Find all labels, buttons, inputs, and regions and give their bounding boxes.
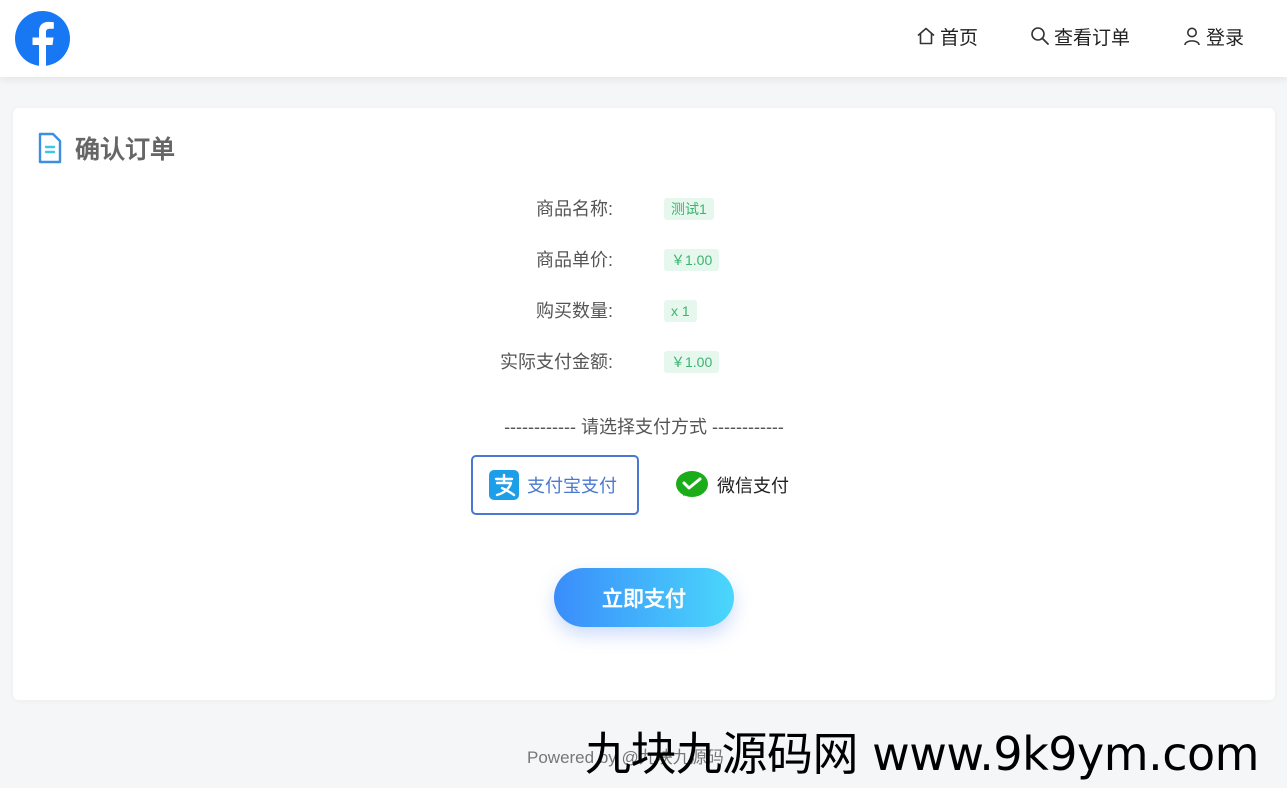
row-label: 商品名称: [535, 199, 613, 219]
row-value-tag: 测试1 [664, 198, 714, 220]
card-header: 确认订单 [37, 130, 175, 166]
row-value-tag: x 1 [664, 300, 697, 322]
watermark-text: 九块九源码网 www.9k9ym.com [585, 727, 1259, 781]
order-row-product-name: 商品名称: 测试1 [13, 197, 1275, 221]
order-row-quantity: 购买数量: x 1 [13, 299, 1275, 323]
nav-view-orders-label: 查看订单 [1053, 27, 1130, 49]
nav-login-label: 登录 [1205, 27, 1244, 49]
nav-login[interactable]: 登录 [1182, 22, 1244, 50]
order-row-unit-price: 商品单价: ￥1.00 [13, 248, 1275, 272]
alipay-option[interactable]: 支付宝支付 [471, 455, 639, 515]
nav-home[interactable]: 首页 [916, 22, 978, 50]
pay-now-button[interactable]: 立即支付 [554, 568, 734, 627]
top-navbar: 首页 查看订单 登录 [0, 0, 1287, 77]
row-label: 商品单价: [535, 250, 613, 270]
home-icon [917, 27, 935, 45]
row-label: 购买数量: [535, 301, 613, 321]
confirm-order-card: 确认订单 商品名称: 测试1 商品单价: ￥1.00 购买数量: x 1 实际支… [13, 108, 1275, 700]
row-label: 实际支付金额: [499, 352, 613, 372]
facebook-logo-icon[interactable] [15, 11, 70, 66]
nav-view-orders[interactable]: 查看订单 [1030, 22, 1130, 50]
page-title: 确认订单 [75, 135, 176, 164]
user-icon [1184, 27, 1200, 46]
wechat-pay-icon [676, 471, 708, 497]
wechat-pay-option-label: 微信支付 [717, 476, 789, 496]
main-nav: 首页 查看订单 登录 [864, 22, 1244, 50]
row-value-tag: ￥1.00 [664, 249, 720, 271]
payment-method-divider: ------------ 请选择支付方式 ------------ [504, 417, 784, 437]
alipay-option-label: 支付宝支付 [527, 476, 617, 496]
document-icon [38, 132, 62, 164]
wechat-pay-option[interactable]: 微信支付 [673, 455, 813, 515]
search-icon [1031, 27, 1049, 45]
nav-home-label: 首页 [939, 27, 978, 49]
alipay-icon [489, 470, 519, 500]
order-row-total: 实际支付金额: ￥1.00 [13, 350, 1275, 374]
row-value-tag: ￥1.00 [664, 351, 720, 373]
